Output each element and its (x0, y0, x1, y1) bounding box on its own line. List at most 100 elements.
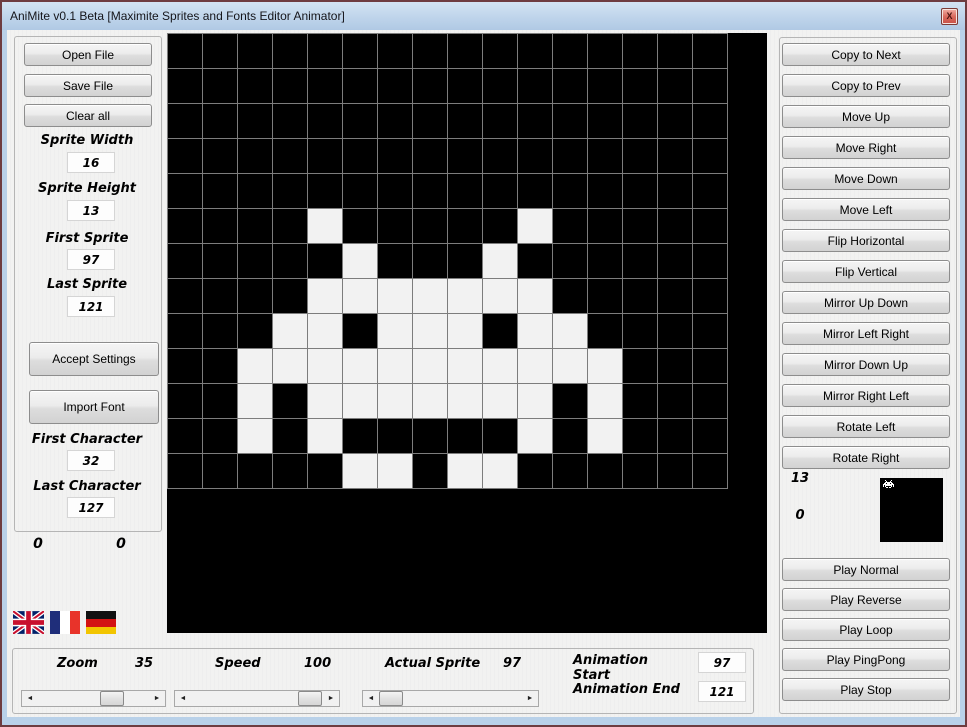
pixel-cell[interactable] (273, 244, 307, 278)
pixel-cell[interactable] (343, 454, 377, 488)
pixel-cell[interactable] (238, 384, 272, 418)
pixel-cell[interactable] (518, 384, 552, 418)
pixel-cell[interactable] (693, 104, 727, 138)
pixel-cell[interactable] (693, 314, 727, 348)
pixel-cell[interactable] (483, 419, 517, 453)
pixel-cell[interactable] (483, 174, 517, 208)
pixel-cell[interactable] (343, 314, 377, 348)
pixel-cell[interactable] (378, 314, 412, 348)
pixel-grid[interactable] (167, 33, 728, 489)
pixel-cell[interactable] (308, 104, 342, 138)
pixel-cell[interactable] (378, 174, 412, 208)
pixel-cell[interactable] (238, 69, 272, 103)
pixel-cell[interactable] (378, 454, 412, 488)
pixel-cell[interactable] (308, 34, 342, 68)
pixel-cell[interactable] (553, 244, 587, 278)
pixel-cell[interactable] (658, 419, 692, 453)
pixel-cell[interactable] (308, 279, 342, 313)
play-normal-button[interactable]: Play Normal (782, 558, 950, 581)
pixel-cell[interactable] (448, 69, 482, 103)
move-up-button[interactable]: Move Up (782, 105, 950, 128)
pixel-cell[interactable] (623, 279, 657, 313)
slider-thumb[interactable] (298, 691, 322, 706)
speed-slider[interactable]: ◄► (174, 690, 340, 707)
pixel-cell[interactable] (448, 314, 482, 348)
pixel-cell[interactable] (658, 384, 692, 418)
pixel-cell[interactable] (518, 314, 552, 348)
pixel-cell[interactable] (518, 244, 552, 278)
pixel-cell[interactable] (343, 34, 377, 68)
pixel-cell[interactable] (693, 419, 727, 453)
pixel-cell[interactable] (588, 69, 622, 103)
pixel-cell[interactable] (658, 454, 692, 488)
pixel-cell[interactable] (518, 69, 552, 103)
pixel-cell[interactable] (658, 314, 692, 348)
pixel-cell[interactable] (658, 69, 692, 103)
pixel-cell[interactable] (693, 244, 727, 278)
pixel-cell[interactable] (588, 104, 622, 138)
pixel-cell[interactable] (378, 244, 412, 278)
pixel-cell[interactable] (623, 69, 657, 103)
pixel-cell[interactable] (238, 349, 272, 383)
pixel-cell[interactable] (168, 279, 202, 313)
pixel-cell[interactable] (308, 174, 342, 208)
pixel-cell[interactable] (308, 384, 342, 418)
pixel-cell[interactable] (518, 104, 552, 138)
pixel-cell[interactable] (168, 139, 202, 173)
pixel-cell[interactable] (448, 104, 482, 138)
pixel-cell[interactable] (273, 139, 307, 173)
pixel-cell[interactable] (168, 349, 202, 383)
pixel-cell[interactable] (343, 279, 377, 313)
pixel-cell[interactable] (553, 209, 587, 243)
pixel-cell[interactable] (203, 384, 237, 418)
pixel-cell[interactable] (448, 349, 482, 383)
pixel-cell[interactable] (553, 384, 587, 418)
pixel-cell[interactable] (658, 209, 692, 243)
pixel-cell[interactable] (553, 139, 587, 173)
pixel-cell[interactable] (413, 314, 447, 348)
mirror-up-down-button[interactable]: Mirror Up Down (782, 291, 950, 314)
pixel-cell[interactable] (413, 104, 447, 138)
pixel-cell[interactable] (308, 314, 342, 348)
pixel-cell[interactable] (238, 174, 272, 208)
first-character-input[interactable]: 32 (67, 450, 115, 471)
pixel-cell[interactable] (588, 454, 622, 488)
pixel-cell[interactable] (343, 104, 377, 138)
pixel-cell[interactable] (273, 69, 307, 103)
pixel-cell[interactable] (483, 69, 517, 103)
pixel-cell[interactable] (623, 104, 657, 138)
pixel-cell[interactable] (588, 279, 622, 313)
pixel-cell[interactable] (238, 104, 272, 138)
clear-all-button[interactable]: Clear all (24, 104, 152, 127)
pixel-cell[interactable] (238, 209, 272, 243)
pixel-cell[interactable] (378, 279, 412, 313)
pixel-cell[interactable] (588, 314, 622, 348)
pixel-cell[interactable] (273, 209, 307, 243)
pixel-cell[interactable] (343, 244, 377, 278)
pixel-cell[interactable] (623, 314, 657, 348)
pixel-cell[interactable] (413, 279, 447, 313)
slider-thumb[interactable] (379, 691, 403, 706)
save-file-button[interactable]: Save File (24, 74, 152, 97)
pixel-cell[interactable] (238, 454, 272, 488)
pixel-cell[interactable] (308, 139, 342, 173)
sprite-height-input[interactable]: 13 (67, 200, 115, 221)
pixel-cell[interactable] (623, 244, 657, 278)
pixel-cell[interactable] (623, 419, 657, 453)
flip-vertical-button[interactable]: Flip Vertical (782, 260, 950, 283)
pixel-cell[interactable] (378, 349, 412, 383)
pixel-cell[interactable] (483, 384, 517, 418)
pixel-cell[interactable] (203, 314, 237, 348)
pixel-cell[interactable] (588, 349, 622, 383)
pixel-cell[interactable] (203, 244, 237, 278)
pixel-cell[interactable] (378, 209, 412, 243)
play-stop-button[interactable]: Play Stop (782, 678, 950, 701)
pixel-cell[interactable] (588, 174, 622, 208)
pixel-cell[interactable] (483, 349, 517, 383)
pixel-cell[interactable] (168, 454, 202, 488)
pixel-cell[interactable] (238, 139, 272, 173)
pixel-cell[interactable] (623, 209, 657, 243)
pixel-cell[interactable] (413, 69, 447, 103)
flag-uk-button[interactable] (13, 611, 44, 634)
slider-left-arrow[interactable]: ◄ (363, 691, 379, 706)
